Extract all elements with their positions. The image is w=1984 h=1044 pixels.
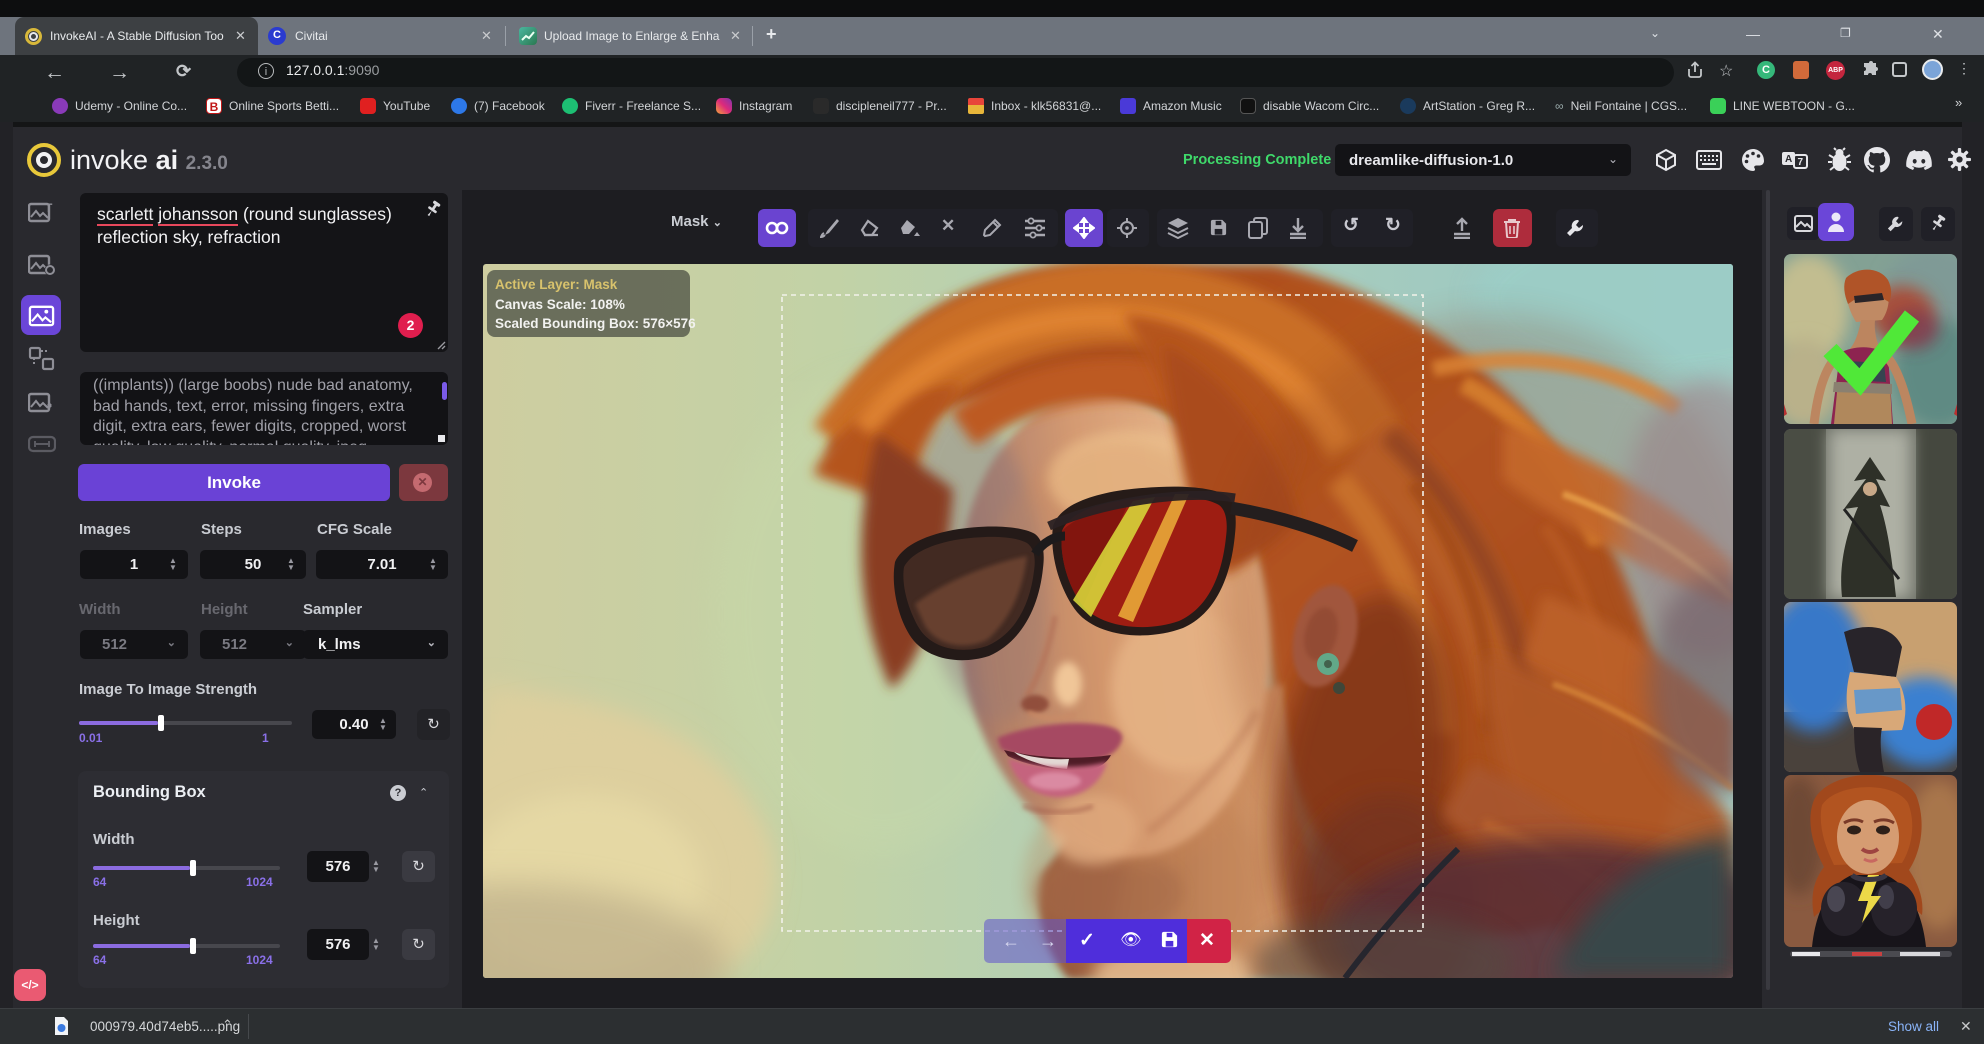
svg-text:A: A — [1785, 154, 1792, 165]
svg-text:T: T — [45, 201, 53, 215]
svg-text:7: 7 — [1798, 157, 1804, 168]
